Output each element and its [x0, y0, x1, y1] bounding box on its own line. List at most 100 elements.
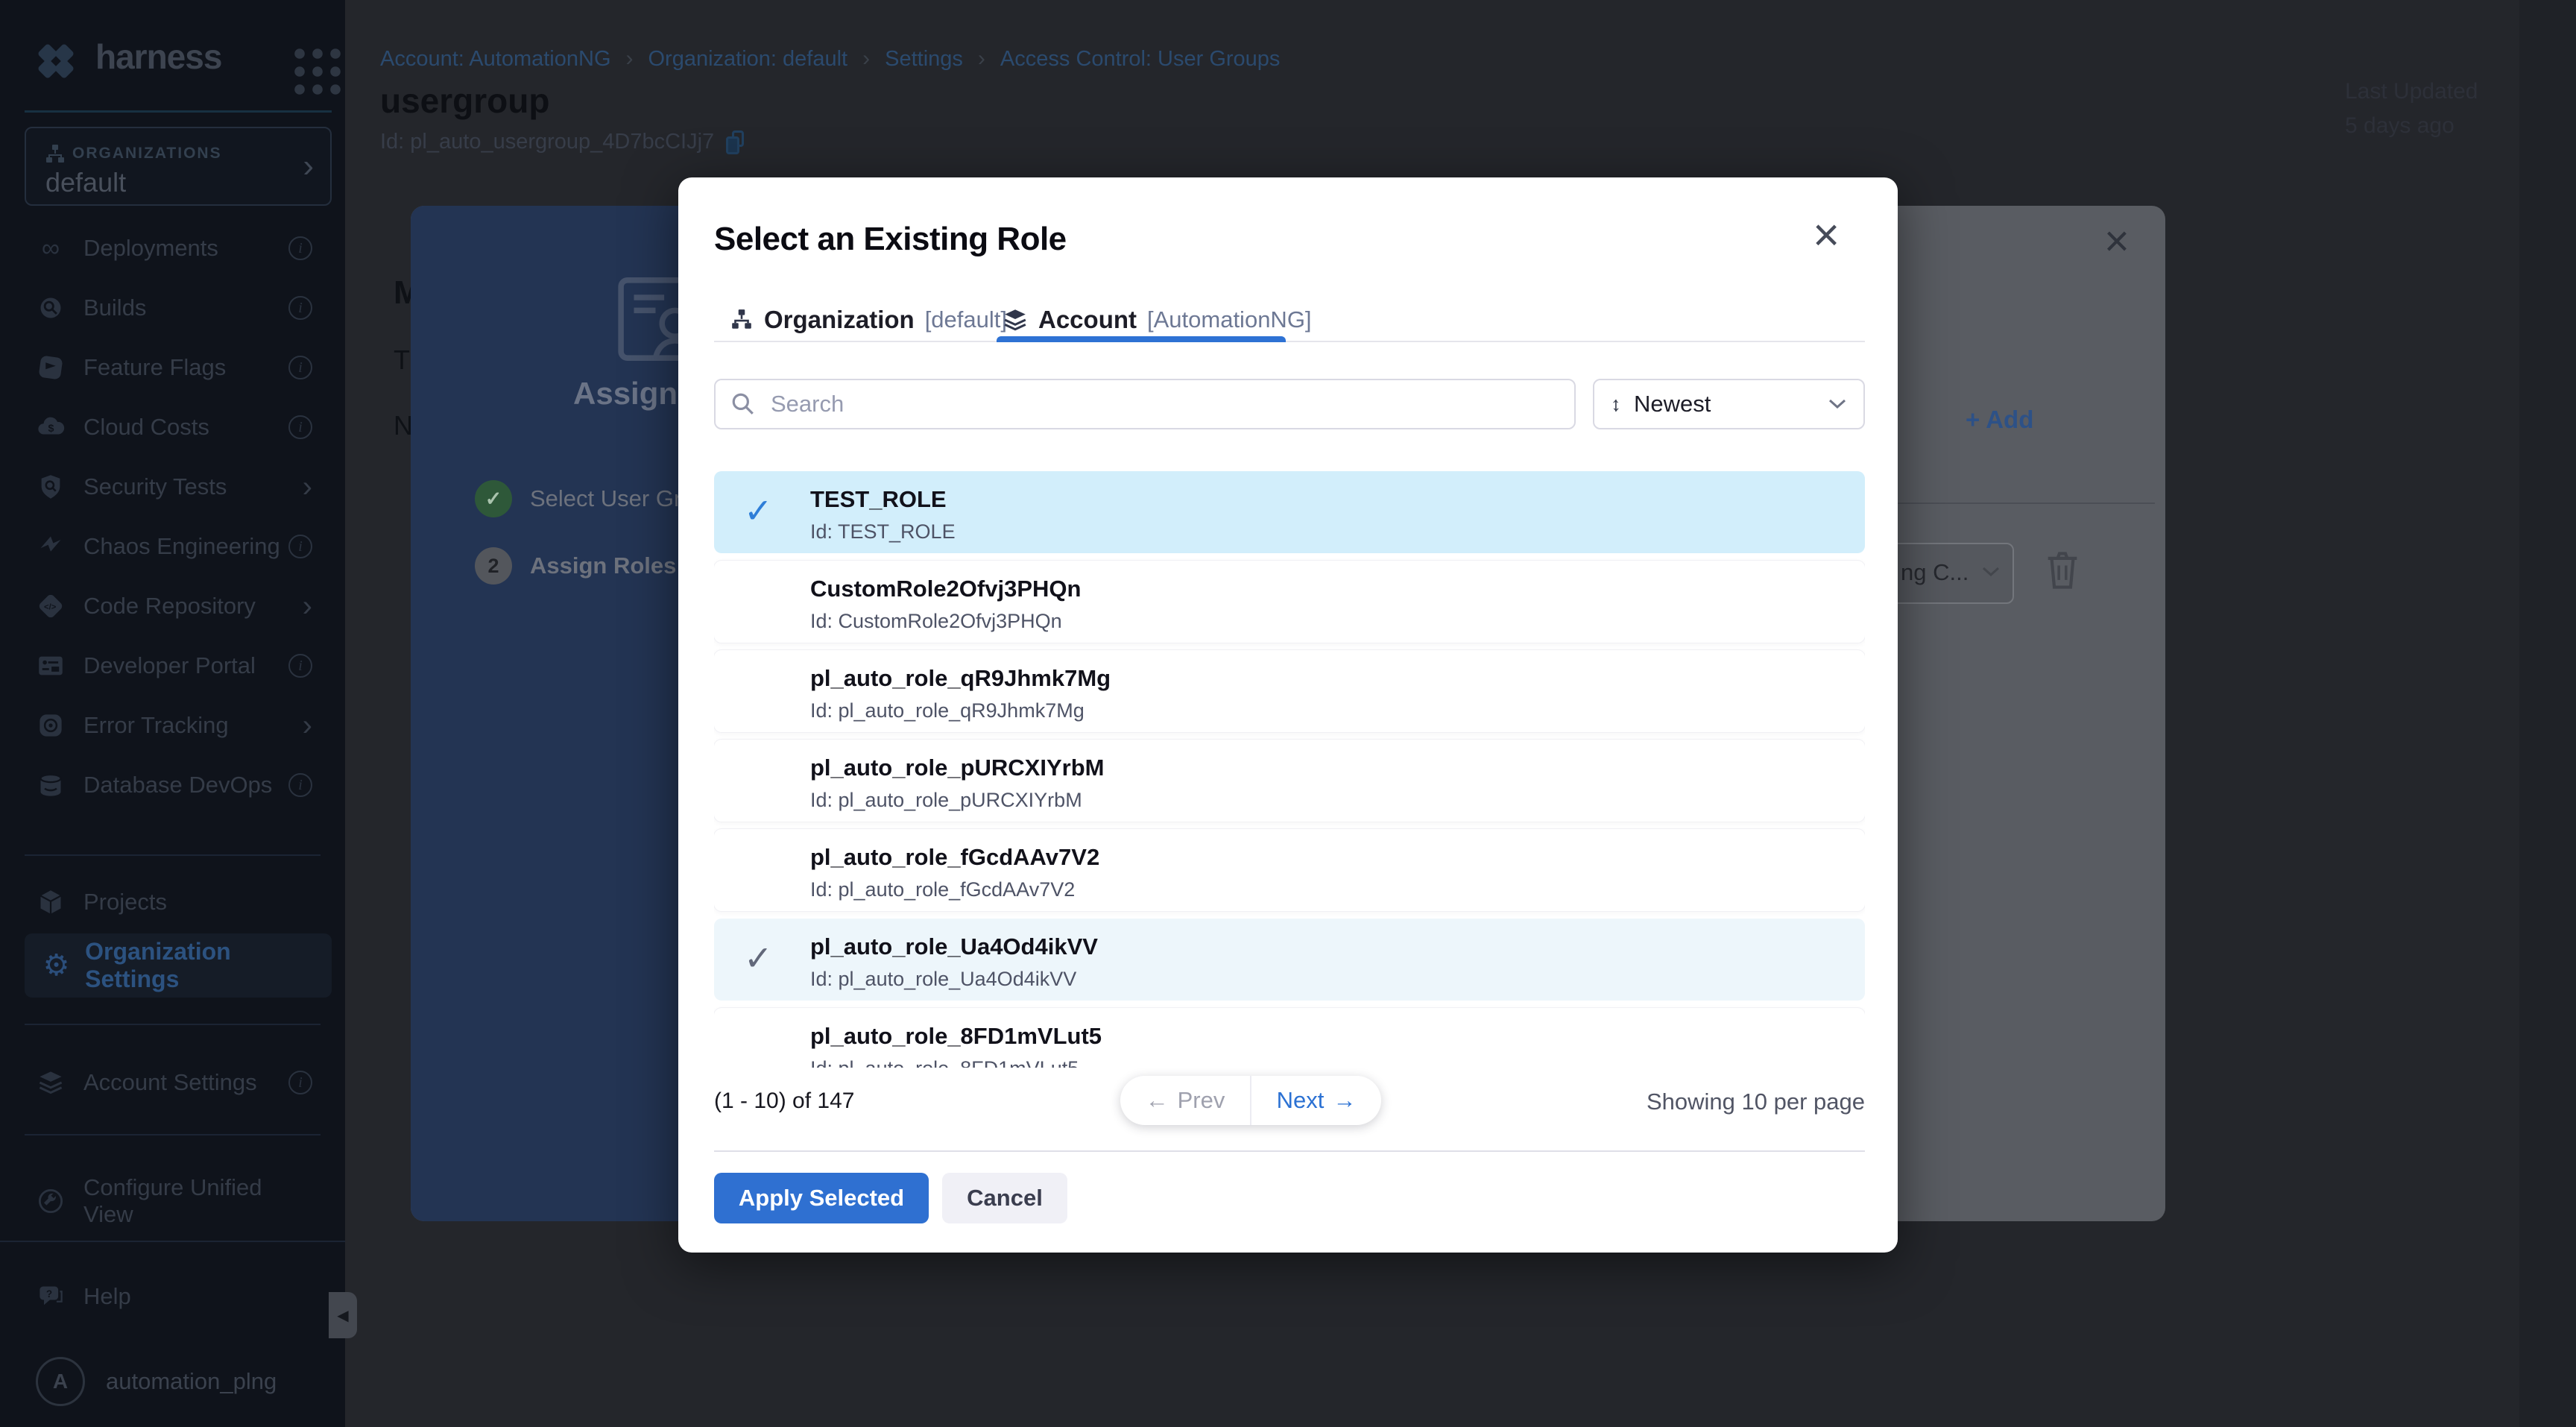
footer-divider [714, 1150, 1865, 1152]
trash-icon [2043, 549, 2082, 592]
database-devops-icon [36, 772, 66, 798]
cancel-button[interactable]: Cancel [942, 1173, 1067, 1223]
role-name: pl_auto_role_pURCXIYrbM [810, 755, 1104, 781]
sidebar-item-label: Configure Unified View [83, 1174, 312, 1228]
last-updated-value: 5 days ago [2345, 109, 2478, 143]
error-tracking-icon [36, 712, 66, 739]
role-row[interactable]: CustomRole2Ofvj3PHQn Id: CustomRole2Ofvj… [714, 561, 1865, 643]
arrow-left-icon: ← [1146, 1087, 1169, 1114]
sidebar-item-label: Security Tests [83, 473, 303, 500]
sidebar-item-label: Builds [83, 294, 288, 321]
sidebar-nav: ∞ Deployments i Builds i Feature Flags i [0, 218, 345, 815]
developer-portal-icon [36, 652, 66, 679]
copy-icon [726, 130, 745, 154]
check-icon: ✓ [744, 491, 773, 531]
sidebar-item-label: Organization Settings [85, 938, 317, 993]
sidebar-divider [25, 854, 321, 856]
sidebar-item-security-tests: Security Tests › [0, 457, 345, 517]
page-right-gutter [2519, 0, 2576, 1427]
clipped-page-text: T [394, 344, 410, 376]
sidebar-item-label: Error Tracking [83, 712, 303, 739]
role-name: pl_auto_role_fGcdAAv7V2 [810, 844, 1099, 871]
sort-select[interactable]: ↑↓ Newest [1593, 379, 1865, 429]
role-row[interactable]: ✓ pl_auto_role_Ua4Od4ikVV Id: pl_auto_ro… [714, 919, 1865, 1001]
apply-selected-button[interactable]: Apply Selected [714, 1173, 929, 1223]
tab-account[interactable]: Account [AutomationNG] [1003, 303, 1312, 337]
sidebar-item-database-devops: Database DevOps i [0, 755, 345, 815]
role-id: Id: pl_auto_role_qR9Jhmk7Mg [810, 699, 1085, 722]
sidebar: harness ORGANIZATIONS default › ∞ Deploy… [0, 0, 345, 1427]
info-icon: i [288, 296, 312, 320]
prev-label: Prev [1178, 1087, 1225, 1114]
chevron-right-icon: › [303, 148, 314, 185]
page-size-info: Showing 10 per page [1647, 1089, 1865, 1115]
sidebar-divider [25, 110, 332, 113]
breadcrumb-user-groups: Access Control: User Groups [1000, 47, 1281, 72]
tab-label: Organization [764, 306, 915, 334]
info-icon: i [288, 415, 312, 439]
role-row[interactable]: pl_auto_role_qR9Jhmk7Mg Id: pl_auto_role… [714, 650, 1865, 732]
step-number: 2 [475, 547, 512, 585]
close-icon[interactable]: × [1813, 209, 1840, 262]
sidebar-item-error-tracking: Error Tracking › [0, 696, 345, 755]
account-settings-icon [36, 1069, 66, 1096]
sidebar-collapse-handle: ◀ [329, 1292, 357, 1338]
collapse-arrow-icon: ◀ [337, 1306, 348, 1325]
tab-label: Account [1038, 306, 1137, 334]
role-name: TEST_ROLE [810, 486, 947, 513]
sidebar-item-label: Code Repository [83, 593, 303, 620]
role-name: pl_auto_role_8FD1mVLut5 [810, 1023, 1102, 1050]
sidebar-item-chaos-engineering: Chaos Engineering i [0, 517, 345, 576]
projects-icon [36, 889, 66, 916]
deployments-icon: ∞ [36, 236, 66, 261]
sidebar-item-label: Feature Flags [83, 354, 288, 381]
chevron-down-icon [1981, 565, 2001, 579]
role-id: Id: CustomRole2Ofvj3PHQn [810, 610, 1062, 633]
breadcrumb-separator-icon: › [626, 46, 634, 72]
breadcrumb-separator-icon: › [862, 46, 870, 72]
step-complete-icon: ✓ [475, 480, 512, 517]
resource-group-value: ng C... [1901, 559, 1969, 586]
user-name: automation_plng [106, 1368, 277, 1395]
tab-scope: [AutomationNG] [1147, 306, 1312, 333]
help-chat-icon: ? [36, 1283, 66, 1310]
role-row[interactable]: pl_auto_role_pURCXIYrbM Id: pl_auto_role… [714, 740, 1865, 822]
role-row[interactable]: pl_auto_role_8FD1mVLut5 Id: pl_auto_role… [714, 1008, 1865, 1068]
breadcrumb: Account: AutomationNG › Organization: de… [380, 46, 1280, 72]
role-row[interactable]: pl_auto_role_fGcdAAv7V2 Id: pl_auto_role… [714, 829, 1865, 911]
chevron-down-icon [1828, 397, 1847, 411]
select-existing-role-dialog: Select an Existing Role × Organization [… [678, 177, 1898, 1253]
builds-icon [36, 294, 66, 321]
sidebar-item-label: Deployments [83, 235, 288, 262]
sidebar-item-builds: Builds i [0, 278, 345, 338]
sidebar-item-feature-flags: Feature Flags i [0, 338, 345, 397]
org-selector: ORGANIZATIONS default › [25, 127, 332, 206]
chevron-right-icon: › [303, 711, 312, 740]
sidebar-item-account-settings: Account Settings i [0, 1053, 345, 1112]
arrow-right-icon: → [1333, 1087, 1356, 1114]
tab-organization[interactable]: Organization [default] [730, 303, 1007, 337]
security-tests-icon [36, 473, 66, 500]
tab-scope: [default] [925, 306, 1007, 333]
sidebar-item-help: ? Help [0, 1267, 345, 1326]
sidebar-item-label: Developer Portal [83, 652, 288, 679]
sidebar-item-projects: Projects [0, 872, 345, 932]
sidebar-item-label: Account Settings [83, 1069, 288, 1096]
sidebar-item-label: Cloud Costs [83, 414, 288, 441]
role-row[interactable]: ✓ TEST_ROLE Id: TEST_ROLE [714, 471, 1865, 553]
search-input[interactable] [769, 390, 1559, 418]
sidebar-item-developer-portal: Developer Portal i [0, 636, 345, 696]
role-id: Id: pl_auto_role_pURCXIYrbM [810, 789, 1082, 812]
sidebar-item-label: Projects [83, 889, 312, 916]
organization-icon [730, 308, 754, 332]
chaos-engineering-icon [36, 533, 66, 560]
breadcrumb-separator-icon: › [978, 46, 985, 72]
next-page-button[interactable]: Next → [1251, 1076, 1381, 1125]
sort-value: Newest [1634, 391, 1828, 418]
cloud-costs-icon: $ [36, 413, 66, 441]
gear-icon: ⚙ [40, 948, 73, 983]
search-field [714, 379, 1576, 429]
prev-page-button[interactable]: ← Prev [1120, 1076, 1251, 1125]
role-name: CustomRole2Ofvj3PHQn [810, 576, 1081, 602]
sidebar-item-label: Chaos Engineering [83, 533, 288, 560]
